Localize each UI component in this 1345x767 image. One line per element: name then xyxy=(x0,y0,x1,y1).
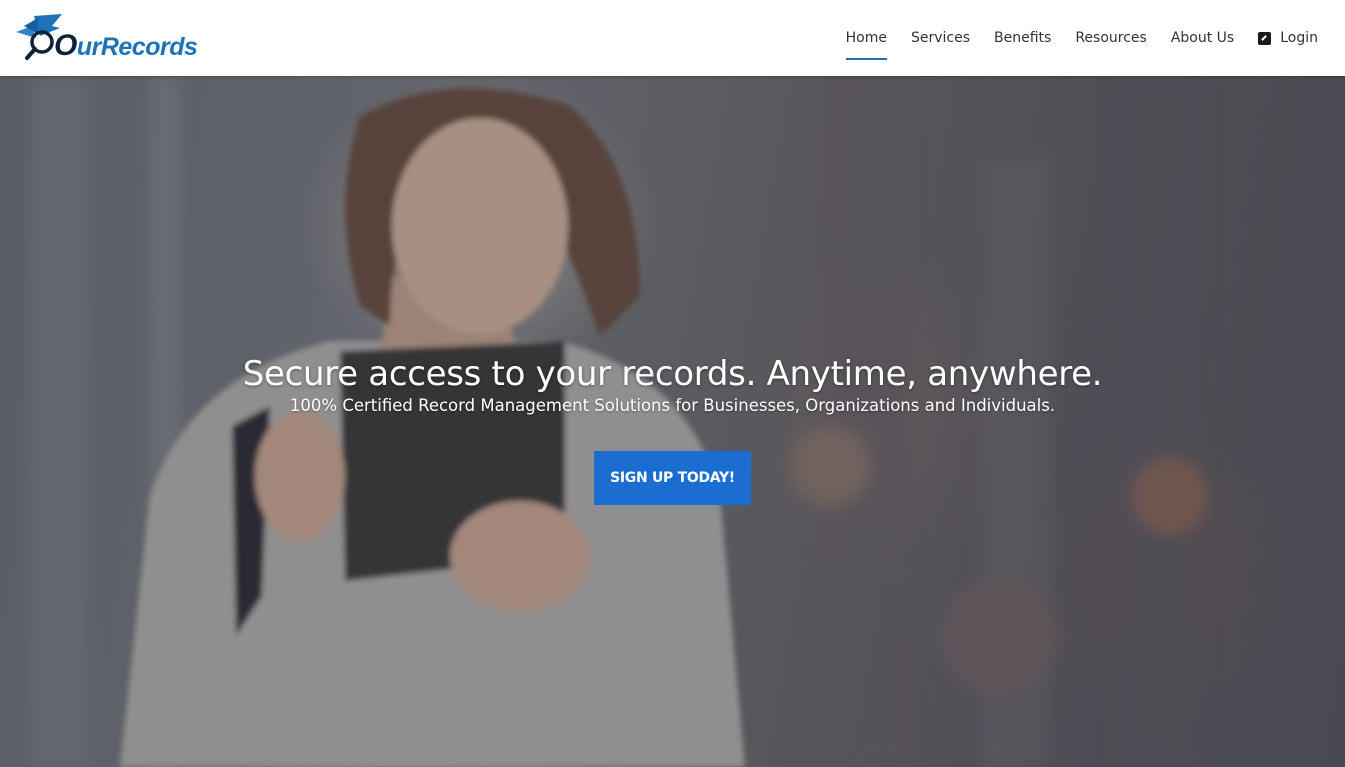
logo-letters: urRecords xyxy=(76,33,198,61)
nav-about-us[interactable]: About Us xyxy=(1171,24,1234,52)
nav-services[interactable]: Services xyxy=(911,24,970,52)
page: OurRecords Home Services Benefits Resour… xyxy=(0,0,1345,767)
nav-login-label: Login xyxy=(1280,30,1318,46)
nav-benefits[interactable]: Benefits xyxy=(994,24,1051,52)
sign-up-button[interactable]: SIGN UP TODAY! xyxy=(594,451,751,505)
hero-content: Secure access to your records. Anytime, … xyxy=(0,354,1345,505)
nav-home[interactable]: Home xyxy=(845,24,888,60)
hero-subtitle: 100% Certified Record Management Solutio… xyxy=(289,396,1056,415)
main-nav: Home Services Benefits Resources About U… xyxy=(822,0,1318,76)
ourrecords-logo[interactable]: OurRecords xyxy=(14,12,214,64)
logo-letter-o: O xyxy=(54,29,77,62)
hero-title: Secure access to your records. Anytime, … xyxy=(242,354,1103,394)
logo-wordmark: OurRecords xyxy=(54,29,198,63)
hero-section: Secure access to your records. Anytime, … xyxy=(0,76,1345,767)
site-header: OurRecords Home Services Benefits Resour… xyxy=(0,0,1345,76)
nav-login[interactable]: Login xyxy=(1258,24,1318,52)
nav-resources[interactable]: Resources xyxy=(1075,24,1147,52)
external-link-icon xyxy=(1258,31,1272,45)
